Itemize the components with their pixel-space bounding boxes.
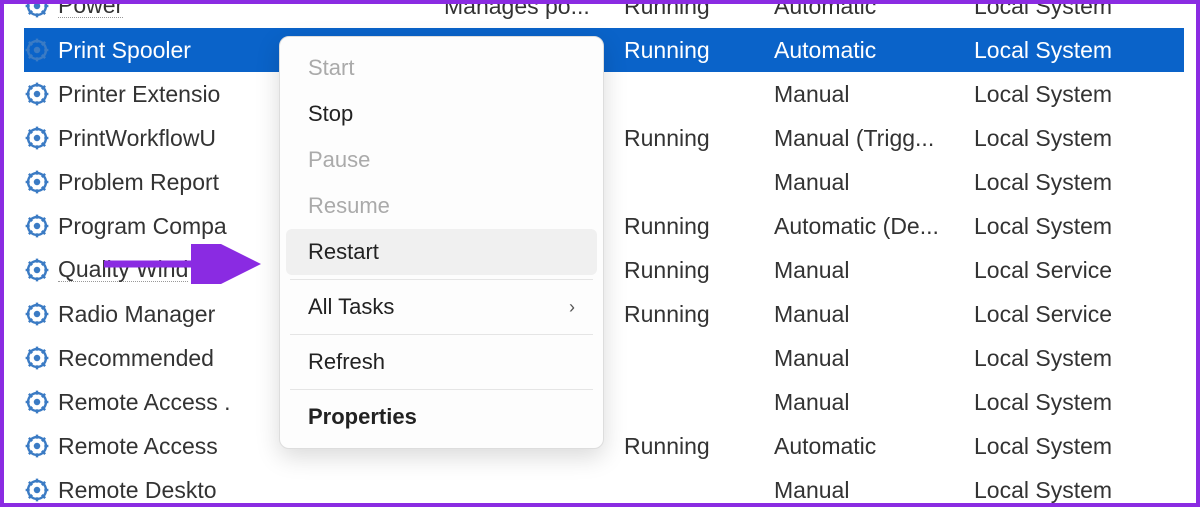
menu-restart[interactable]: Restart [286,229,597,275]
service-logon-as: Local System [974,389,1174,416]
service-name: Recommended [58,345,214,372]
service-startup-type: Manual (Trigg... [774,125,974,152]
service-logon-as: Local System [974,37,1174,64]
gear-icon [24,37,50,63]
gear-icon [24,389,50,415]
service-name: Remote Access [58,433,218,460]
service-row[interactable]: Print Spooler Running Automatic Local Sy… [24,28,1184,72]
service-startup-type: Automatic [774,433,974,460]
service-status: Running [624,213,774,240]
service-logon-as: Local System [974,0,1174,20]
service-logon-as: Local Service [974,301,1174,328]
service-row[interactable]: PrintWorkflowU .. Running Manual (Trigg.… [24,116,1184,160]
service-logon-as: Local System [974,345,1174,372]
service-name: Program Compa [58,213,227,240]
service-logon-as: Local System [974,433,1174,460]
service-name: Quality Wind [58,258,188,282]
service-name: Print Spooler [58,37,191,64]
gear-icon [24,301,50,327]
service-startup-type: Manual [774,345,974,372]
gear-icon [24,213,50,239]
menu-properties[interactable]: Properties [280,394,603,440]
service-name: Power [58,0,123,18]
service-row[interactable]: Program Compa Running Automatic (De... L… [24,204,1184,248]
service-startup-type: Manual [774,477,974,504]
menu-all-tasks-label: All Tasks [308,294,394,320]
gear-icon [24,169,50,195]
gear-icon [24,81,50,107]
service-startup-type: Automatic [774,37,974,64]
menu-separator [290,389,593,390]
menu-separator [290,279,593,280]
service-row[interactable]: Problem Report Manual Local System [24,160,1184,204]
gear-icon [24,257,50,283]
service-row[interactable]: Printer Extensio Manual Local System [24,72,1184,116]
service-startup-type: Manual [774,389,974,416]
menu-resume[interactable]: Resume [280,183,603,229]
service-name: Remote Deskto [58,477,217,504]
service-status: Running [624,257,774,284]
service-row[interactable]: Remote Access . Manual Local System [24,380,1184,424]
service-startup-type: Automatic [774,0,974,20]
service-row[interactable]: Power Manages po... Running Automatic Lo… [24,0,1184,28]
menu-all-tasks[interactable]: All Tasks › [280,284,603,330]
service-startup-type: Manual [774,257,974,284]
service-row[interactable]: Remote Deskto Manual Local System [24,468,1184,507]
menu-stop[interactable]: Stop [280,91,603,137]
service-status: Running [624,125,774,152]
gear-icon [24,345,50,371]
service-logon-as: Local System [974,169,1174,196]
service-name: Printer Extensio [58,81,220,108]
service-logon-as: Local System [974,125,1174,152]
service-startup-type: Manual [774,169,974,196]
menu-pause[interactable]: Pause [280,137,603,183]
service-logon-as: Local System [974,213,1174,240]
gear-icon [24,125,50,151]
service-name: PrintWorkflowU [58,125,216,152]
service-logon-as: Local System [974,81,1174,108]
context-menu: Start Stop Pause Resume Restart All Task… [279,36,604,449]
service-logon-as: Local System [974,477,1174,504]
menu-refresh[interactable]: Refresh [280,339,603,385]
menu-start[interactable]: Start [280,45,603,91]
service-row[interactable]: Recommended Manual Local System [24,336,1184,380]
service-name: Problem Report [58,169,219,196]
gear-icon [24,477,50,503]
service-description: Manages po... [444,0,624,20]
service-startup-type: Manual [774,81,974,108]
service-row[interactable]: Quality Wind Running Manual Local Servic… [24,248,1184,292]
service-startup-type: Automatic (De... [774,213,974,240]
service-name: Remote Access . [58,389,231,416]
service-row[interactable]: Remote Access Running Automatic Local Sy… [24,424,1184,468]
service-status: Running [624,433,774,460]
service-startup-type: Manual [774,301,974,328]
service-row[interactable]: Radio Manager Running Manual Local Servi… [24,292,1184,336]
service-name: Radio Manager [58,301,215,328]
chevron-right-icon: › [569,297,575,318]
service-logon-as: Local Service [974,257,1174,284]
gear-icon [24,0,50,19]
service-status: Running [624,0,774,20]
service-status: Running [624,37,774,64]
service-status: Running [624,301,774,328]
menu-separator [290,334,593,335]
gear-icon [24,433,50,459]
